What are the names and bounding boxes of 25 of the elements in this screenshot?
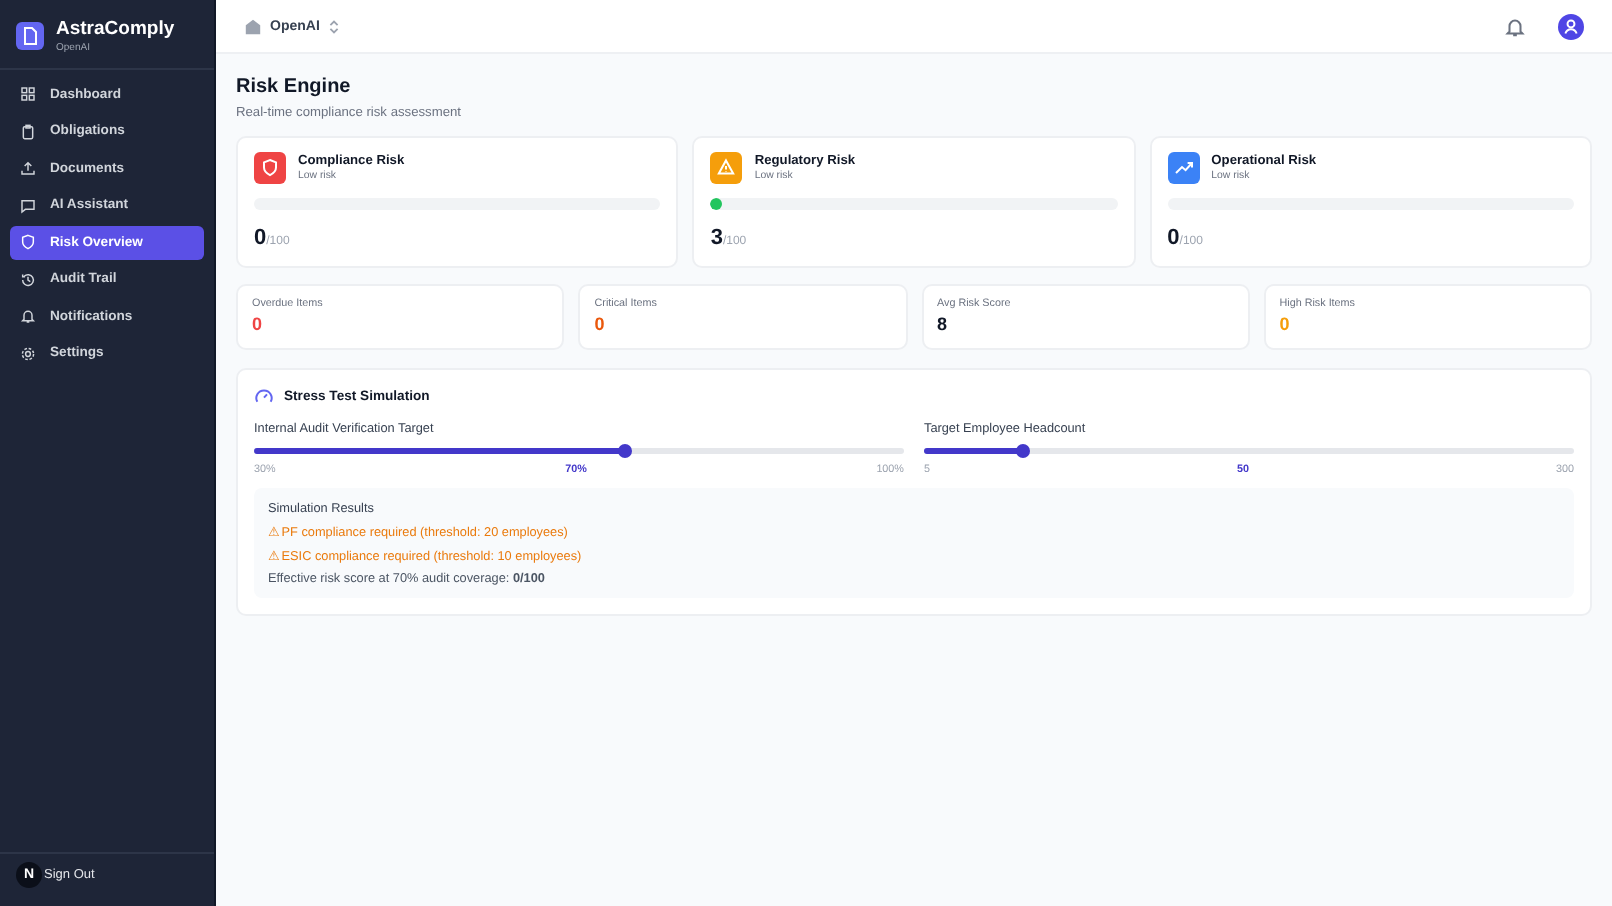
stat-value: 0	[252, 314, 265, 334]
chevron-updown-icon	[327, 17, 340, 35]
upload-icon	[20, 160, 36, 177]
shield-icon	[20, 234, 36, 251]
gauge-icon	[254, 386, 274, 406]
bell-icon[interactable]	[1504, 15, 1526, 37]
risk-score: 0	[254, 226, 267, 250]
chat-icon	[20, 197, 36, 214]
gear-icon	[20, 345, 36, 362]
clipboard-icon	[20, 123, 36, 140]
stat-value: 0	[1279, 314, 1292, 334]
document-icon	[16, 21, 44, 49]
stat-value: 0	[594, 314, 607, 334]
user-avatar-icon[interactable]	[1558, 13, 1584, 39]
building-icon	[244, 17, 262, 35]
stat-value: 8	[937, 314, 950, 334]
app-name: AstraComply	[56, 17, 175, 39]
bell-icon	[20, 308, 36, 325]
grid-icon	[20, 86, 36, 103]
page-title: Risk Engine	[236, 76, 353, 98]
risk-score: 0	[1167, 226, 1180, 250]
slider-thumb[interactable]	[1016, 444, 1031, 458]
risk-score: 3	[710, 226, 723, 250]
history-icon	[20, 271, 36, 288]
slider-thumb[interactable]	[618, 444, 633, 458]
